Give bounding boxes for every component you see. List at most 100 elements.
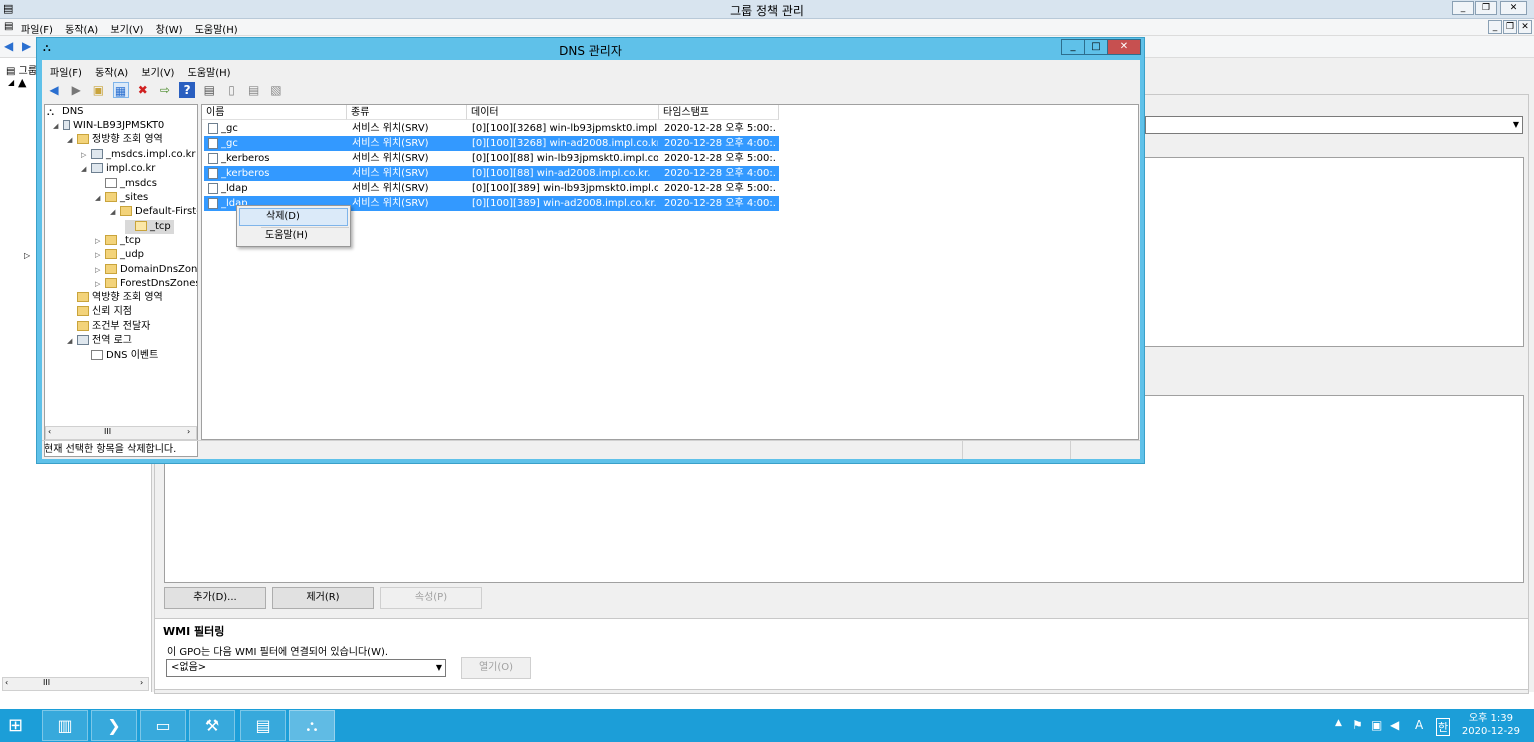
server-icon[interactable]: ▯	[224, 82, 240, 98]
table-row-selected[interactable]: _kerberos 서비스 위치(SRV) [0][100][88] win-a…	[204, 166, 779, 181]
ime-indicator[interactable]: 한	[1436, 718, 1451, 736]
context-menu-delete[interactable]: 삭제(D)	[239, 208, 348, 226]
table-row[interactable]: _gc 서비스 위치(SRV) [0][100][3268] win-lb93j…	[204, 121, 779, 136]
column-header-data[interactable]: 데이터	[467, 105, 659, 120]
tree-node-domaindnszones[interactable]: ▷ DomainDnsZones	[95, 263, 197, 277]
tree-node-sites[interactable]: ◢ _sites	[95, 191, 148, 205]
tree-node-impl-zone[interactable]: ◢ impl.co.kr	[81, 162, 155, 176]
dns-maximize-button[interactable]: □	[1084, 39, 1108, 55]
mdi-restore-button[interactable]: ❐	[1503, 20, 1517, 34]
tree-node-tcp[interactable]: ▷ _tcp	[95, 234, 141, 248]
close-button[interactable]: ✕	[1500, 1, 1527, 15]
tree-node-msdcs-zone[interactable]: ▷ _msdcs.impl.co.kr	[81, 148, 196, 162]
server-manager-icon[interactable]: ▥	[42, 710, 88, 741]
collapse-icon[interactable]: ◢	[81, 162, 91, 176]
gpm-menu-view[interactable]: 보기(V)	[110, 25, 143, 36]
column-header-timestamp[interactable]: 타임스탬프	[659, 105, 779, 120]
windows-start-icon[interactable]: ⊞	[8, 716, 30, 736]
add-button[interactable]: 추가(D)...	[164, 587, 266, 609]
dns-tree-hscrollbar[interactable]: ‹ III ›	[45, 426, 197, 440]
network-icon[interactable]: ▣	[1371, 718, 1382, 732]
tree-node-conditional-forwarders[interactable]: 조건부 전달자	[67, 320, 150, 334]
context-menu-help[interactable]: 도움말(H)	[239, 228, 348, 246]
expand-icon[interactable]: ▷	[95, 234, 105, 248]
action-center-icon[interactable]: ⚑	[1352, 718, 1363, 732]
system-clock[interactable]: 오후 1:39 2020-12-29	[1462, 712, 1520, 738]
tree-node-forward-zones[interactable]: ◢ 정방향 조회 영역	[67, 133, 163, 147]
volume-icon[interactable]: ◀	[1390, 718, 1399, 732]
scroll-thumb[interactable]: III	[43, 678, 50, 687]
minimize-button[interactable]: _	[1452, 1, 1474, 15]
expand-icon[interactable]: ▷	[95, 277, 105, 291]
column-header-name[interactable]: 이름	[202, 105, 347, 120]
tray-overflow-icon[interactable]: ▲	[1335, 718, 1342, 728]
properties-icon[interactable]: ▤	[201, 82, 217, 98]
help-icon[interactable]: ?	[179, 82, 196, 98]
gpm-menu-help[interactable]: 도움말(H)	[195, 25, 238, 36]
tree-node-global-logs[interactable]: ◢ 전역 로그	[67, 334, 132, 348]
tree-node-msdcs[interactable]: _msdcs	[95, 177, 157, 191]
admin-tools-icon[interactable]: ⚒	[189, 710, 235, 741]
mdi-close-button[interactable]: ✕	[1518, 20, 1532, 34]
dns-menu-help[interactable]: 도움말(H)	[188, 68, 231, 79]
tree-node-server[interactable]: ◢ WIN-LB93JPMSKT0	[53, 119, 164, 133]
expand-icon[interactable]: ▷	[95, 248, 105, 262]
zone-icon[interactable]: ▧	[268, 82, 284, 98]
tree-node-tcp-selected[interactable]: _tcp	[125, 220, 174, 234]
gpm-menu-file[interactable]: 파일(F)	[21, 25, 53, 36]
mdi-minimize-button[interactable]: _	[1488, 20, 1502, 34]
wmi-filter-select[interactable]: <없음> ▼	[166, 659, 446, 677]
file-explorer-icon[interactable]: ▭	[140, 710, 186, 741]
dns-menu-action[interactable]: 동작(A)	[95, 68, 128, 79]
powershell-icon[interactable]: ❯	[91, 710, 137, 741]
remove-button[interactable]: 제거(R)	[272, 587, 374, 609]
tree-hscrollbar[interactable]: ‹ III ›	[2, 677, 149, 691]
scroll-left-icon[interactable]: ‹	[5, 678, 8, 687]
delete-icon[interactable]: ✖	[135, 82, 151, 98]
scroll-thumb[interactable]: III	[104, 427, 111, 436]
collapse-icon[interactable]: ◢	[67, 133, 77, 147]
dns-menu-file[interactable]: 파일(F)	[50, 68, 82, 79]
up-folder-icon[interactable]: ▣	[90, 82, 106, 98]
collapse-icon[interactable]: ◢	[95, 191, 105, 205]
forward-icon[interactable]: ▶	[68, 82, 84, 98]
collapse-icon[interactable]: ◢	[67, 334, 77, 348]
table-row[interactable]: _kerberos 서비스 위치(SRV) [0][100][88] win-l…	[204, 151, 779, 166]
group-policy-icon[interactable]: ▤	[240, 710, 286, 741]
collapse-icon[interactable]: ◢	[53, 119, 63, 133]
gpm-menu-action[interactable]: 동작(A)	[65, 25, 98, 36]
dns-manager-taskbar-icon[interactable]: ⛬	[289, 710, 335, 741]
forward-arrow-icon[interactable]: ▶	[22, 39, 31, 53]
ime-mode[interactable]: A	[1415, 718, 1423, 732]
tree-node-dns[interactable]: ⛬ DNS	[47, 105, 84, 119]
table-row[interactable]: _ldap 서비스 위치(SRV) [0][100][389] win-lb93…	[204, 181, 779, 196]
collapse-arrow-icon[interactable]: ▷	[24, 251, 30, 260]
scroll-left-icon[interactable]: ‹	[48, 427, 51, 436]
back-icon[interactable]: ◀	[46, 82, 62, 98]
tree-node-dns-events[interactable]: DNS 이벤트	[81, 349, 158, 363]
wmi-open-button[interactable]: 열기(O)	[461, 657, 531, 679]
expand-icon[interactable]: ▷	[81, 148, 91, 162]
column-header-type[interactable]: 종류	[347, 105, 467, 120]
table-row-selected[interactable]: _gc 서비스 위치(SRV) [0][100][3268] win-ad200…	[204, 136, 779, 151]
export-list-icon[interactable]: ⇨	[157, 82, 173, 98]
scroll-right-icon[interactable]: ›	[187, 427, 190, 436]
gpm-menu-window[interactable]: 창(W)	[156, 25, 183, 36]
restore-button[interactable]: ❐	[1475, 1, 1497, 15]
expand-icon[interactable]: ▷	[95, 263, 105, 277]
scroll-right-icon[interactable]: ›	[140, 678, 143, 687]
dns-close-button[interactable]: ✕	[1107, 39, 1141, 55]
show-hide-tree-icon[interactable]: ▦	[112, 82, 129, 98]
back-arrow-icon[interactable]: ◀	[4, 39, 13, 53]
tree-node-default-site[interactable]: ◢ Default-First-S	[110, 205, 197, 219]
tree-node-trust-points[interactable]: 신뢰 지점	[67, 305, 132, 319]
expand-arrow-icon[interactable]: ◢	[8, 78, 14, 87]
properties-button[interactable]: 속성(P)	[380, 587, 482, 609]
tree-node-forestdnszones[interactable]: ▷ ForestDnsZones	[95, 277, 197, 291]
collapse-icon[interactable]: ◢	[110, 205, 120, 219]
tree-node-reverse-zones[interactable]: 역방향 조회 영역	[67, 291, 163, 305]
record-list-icon[interactable]: ▤	[246, 82, 262, 98]
gpm-top-dropdown[interactable]: ▼	[1145, 116, 1523, 134]
dns-menu-view[interactable]: 보기(V)	[141, 68, 174, 79]
dns-minimize-button[interactable]: _	[1061, 39, 1085, 55]
